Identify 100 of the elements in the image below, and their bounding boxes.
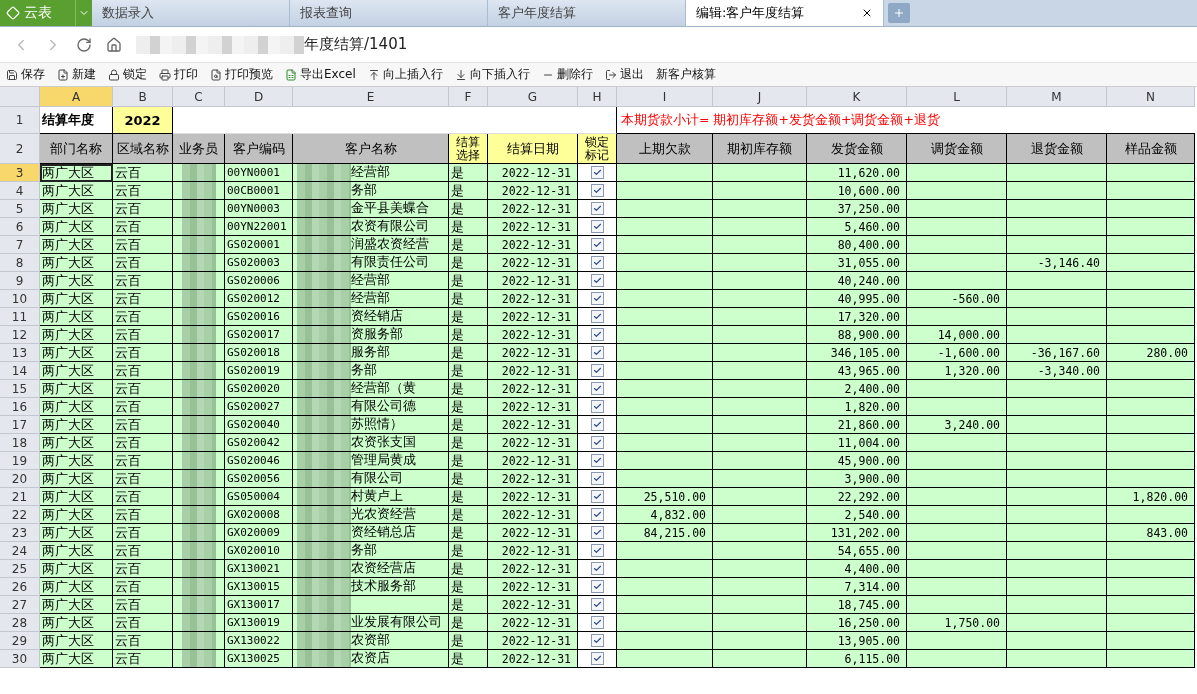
- checkbox[interactable]: [590, 310, 604, 323]
- checkbox[interactable]: [590, 454, 604, 467]
- column-header[interactable]: D: [225, 87, 293, 107]
- checkbox[interactable]: [590, 472, 604, 485]
- column-header[interactable]: A: [40, 87, 113, 107]
- table-cell: 是: [449, 488, 488, 506]
- row-header[interactable]: 10: [0, 290, 40, 308]
- row-header[interactable]: 30: [0, 650, 40, 668]
- toolbar-button[interactable]: 保存: [6, 66, 45, 83]
- checkbox[interactable]: [590, 400, 604, 413]
- table-cell: 2022-12-31: [488, 290, 578, 308]
- row-header[interactable]: 29: [0, 632, 40, 650]
- column-header[interactable]: L: [907, 87, 1007, 107]
- row-header[interactable]: 15: [0, 380, 40, 398]
- toolbar-button[interactable]: 退出: [604, 66, 644, 83]
- row-header[interactable]: 7: [0, 236, 40, 254]
- close-icon[interactable]: [861, 7, 873, 19]
- corner-cell[interactable]: [0, 87, 40, 107]
- tab[interactable]: 客户年度结算: [488, 0, 686, 26]
- row-header[interactable]: 26: [0, 578, 40, 596]
- checkbox[interactable]: [590, 274, 604, 287]
- row-header[interactable]: 11: [0, 308, 40, 326]
- row-header[interactable]: 21: [0, 488, 40, 506]
- row-header[interactable]: 14: [0, 362, 40, 380]
- checkbox[interactable]: [590, 562, 604, 575]
- column-header[interactable]: H: [578, 87, 617, 107]
- row-header[interactable]: 2: [0, 134, 40, 164]
- column-header[interactable]: K: [807, 87, 907, 107]
- checkbox[interactable]: [590, 292, 604, 305]
- toolbar-button[interactable]: 新建: [57, 66, 96, 83]
- tab[interactable]: 报表查询: [290, 0, 488, 26]
- toolbar-button[interactable]: 打印: [159, 66, 198, 83]
- column-header[interactable]: C: [173, 87, 225, 107]
- toolbar-button[interactable]: 向下插入行: [454, 66, 530, 83]
- checkbox[interactable]: [590, 346, 604, 359]
- checkbox[interactable]: [590, 364, 604, 377]
- row-header[interactable]: 16: [0, 398, 40, 416]
- customer-name: 苏照情）: [351, 416, 403, 433]
- checkbox[interactable]: [590, 490, 604, 503]
- column-header[interactable]: I: [617, 87, 713, 107]
- refresh-icon[interactable]: [76, 36, 92, 53]
- row-header[interactable]: 5: [0, 200, 40, 218]
- row-header[interactable]: 20: [0, 470, 40, 488]
- checkbox[interactable]: [590, 634, 604, 647]
- toolbar-button[interactable]: 导出Excel: [285, 66, 356, 83]
- checkbox[interactable]: [590, 382, 604, 395]
- row-header[interactable]: 24: [0, 542, 40, 560]
- column-header[interactable]: B: [113, 87, 173, 107]
- column-header[interactable]: J: [713, 87, 807, 107]
- checkbox[interactable]: [590, 202, 604, 215]
- row-header[interactable]: 12: [0, 326, 40, 344]
- row-header[interactable]: 3: [0, 164, 40, 182]
- customer-name: 有限公司: [351, 470, 403, 487]
- checkbox[interactable]: [590, 544, 604, 557]
- table-cell: 2022-12-31: [488, 650, 578, 668]
- toolbar-button[interactable]: 向上插入行: [367, 66, 443, 83]
- customer-name: 务部: [351, 542, 377, 559]
- row-header[interactable]: 8: [0, 254, 40, 272]
- row-header[interactable]: 13: [0, 344, 40, 362]
- row-header[interactable]: 28: [0, 614, 40, 632]
- row-header[interactable]: 23: [0, 524, 40, 542]
- row-header[interactable]: 4: [0, 182, 40, 200]
- checkbox[interactable]: [590, 526, 604, 539]
- pixelated-block: [297, 290, 351, 307]
- row-header[interactable]: 22: [0, 506, 40, 524]
- row-header[interactable]: 6: [0, 218, 40, 236]
- row-header[interactable]: 18: [0, 434, 40, 452]
- tab[interactable]: 数据录入: [92, 0, 290, 26]
- column-header[interactable]: M: [1007, 87, 1107, 107]
- row-header[interactable]: 9: [0, 272, 40, 290]
- column-header[interactable]: F: [449, 87, 488, 107]
- checkbox[interactable]: [590, 328, 604, 341]
- tab[interactable]: 编辑:客户年度结算: [686, 0, 884, 26]
- toolbar-button[interactable]: 删除行: [541, 66, 593, 83]
- checkbox[interactable]: [590, 652, 604, 665]
- checkbox[interactable]: [590, 238, 604, 251]
- customer-name: 经营部（黄: [351, 380, 416, 397]
- checkbox[interactable]: [590, 220, 604, 233]
- toolbar-button[interactable]: 新客户核算: [655, 66, 716, 83]
- checkbox[interactable]: [590, 184, 604, 197]
- checkbox[interactable]: [590, 436, 604, 449]
- toolbar-button[interactable]: 打印预览: [210, 66, 273, 83]
- home-icon[interactable]: [106, 36, 122, 53]
- column-header[interactable]: N: [1107, 87, 1195, 107]
- table-cell: 2022-12-31: [488, 596, 578, 614]
- checkbox[interactable]: [590, 418, 604, 431]
- column-header[interactable]: E: [293, 87, 449, 107]
- row-header[interactable]: 19: [0, 452, 40, 470]
- checkbox[interactable]: [590, 256, 604, 269]
- checkbox[interactable]: [590, 598, 604, 611]
- toolbar-button[interactable]: 锁定: [108, 66, 147, 83]
- column-header[interactable]: G: [488, 87, 578, 107]
- row-header[interactable]: 1: [0, 107, 40, 134]
- checkbox[interactable]: [590, 580, 604, 593]
- checkbox[interactable]: [590, 508, 604, 521]
- row-header[interactable]: 27: [0, 596, 40, 614]
- row-header[interactable]: 25: [0, 560, 40, 578]
- checkbox[interactable]: [590, 166, 604, 179]
- row-header[interactable]: 17: [0, 416, 40, 434]
- checkbox[interactable]: [590, 616, 604, 629]
